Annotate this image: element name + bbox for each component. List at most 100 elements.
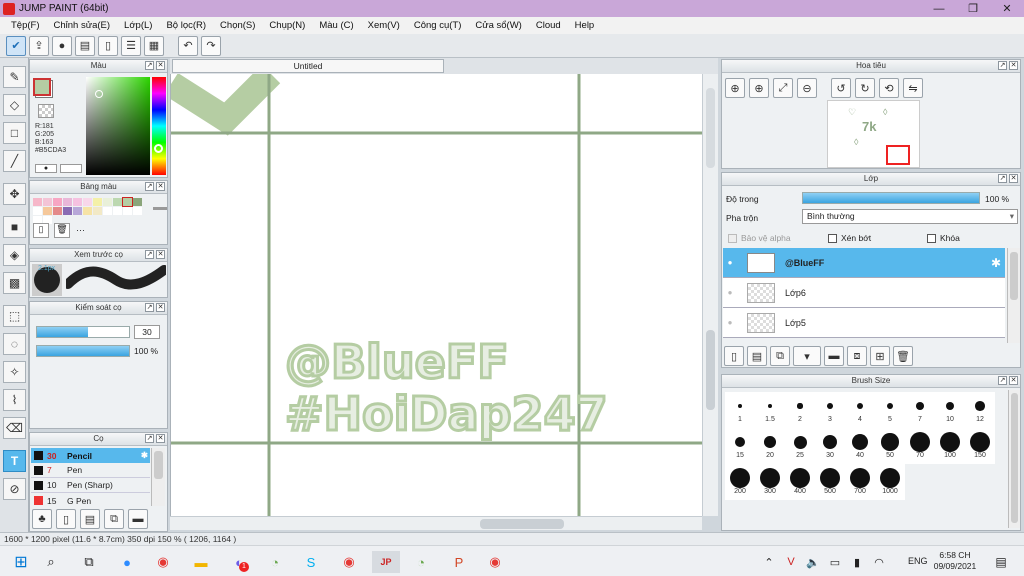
chevron-up-icon[interactable]: ⌃ [758, 551, 780, 573]
brush-size-option[interactable]: 1.5 [755, 392, 785, 428]
eye-icon[interactable]: ● [723, 318, 737, 327]
rotate-right-icon[interactable]: ↻ [855, 78, 875, 98]
float-icon[interactable]: ↗ [998, 174, 1007, 183]
page-icon[interactable]: ▯ [98, 35, 118, 56]
brush-size-option[interactable]: 20 [755, 428, 785, 464]
palette-swatch[interactable] [63, 207, 72, 215]
float-icon[interactable]: ↗ [145, 182, 154, 191]
zoom-in-2-icon[interactable]: ⊕ [749, 78, 769, 98]
bucket-tool-icon[interactable]: ◈ [3, 244, 26, 266]
brush-size-option[interactable]: 100 [935, 428, 965, 464]
transparent-swatch[interactable] [38, 104, 54, 118]
opacity-slider[interactable] [36, 345, 130, 357]
brush-size-option[interactable]: 4 [845, 392, 875, 428]
list-icon[interactable]: ☰ [121, 35, 141, 56]
lasso-tool-icon[interactable]: ◌ [3, 333, 26, 355]
palette-swatch[interactable] [122, 197, 133, 207]
float-icon[interactable]: ↗ [998, 376, 1007, 385]
zoom-out-icon[interactable]: ⊖ [797, 78, 817, 98]
palette-swatch[interactable] [33, 207, 42, 215]
brush-settings-icon[interactable]: ♣ [32, 509, 52, 529]
layer-row[interactable]: ● Lớp6 [723, 278, 1005, 308]
float-icon[interactable]: ↗ [145, 61, 154, 70]
chrome-icon-3[interactable]: ◉ [484, 551, 506, 573]
brush-size-option[interactable]: 10 [935, 392, 965, 428]
network-icon[interactable]: ▭ [824, 551, 846, 573]
brush-size-option[interactable]: 15 [725, 428, 755, 464]
palette-swatch[interactable] [103, 207, 112, 215]
float-icon[interactable]: ↗ [145, 250, 154, 259]
gradient-tool-icon[interactable]: ▩ [3, 272, 26, 294]
menu-layer[interactable]: Lớp(L) [117, 20, 159, 31]
close-icon[interactable]: ✕ [1009, 174, 1018, 183]
select-check-icon[interactable]: ✔ [6, 35, 26, 56]
coccoc-icon[interactable]: ◔ [264, 551, 286, 573]
fill-rect-tool-icon[interactable]: ■ [3, 216, 26, 238]
wifi-icon[interactable]: ◠ [868, 551, 890, 573]
float-icon[interactable]: ↗ [998, 61, 1007, 70]
eraser-tool-icon[interactable]: ◇ [3, 94, 26, 116]
powerpoint-icon[interactable]: P [448, 551, 470, 573]
eyedropper-tool-icon[interactable]: ⊘ [3, 478, 26, 500]
brush-tool-icon[interactable]: ✎ [3, 66, 26, 88]
palette-more[interactable]: ··· [76, 225, 85, 235]
palette-swatch[interactable] [113, 198, 122, 206]
brush-size-scrollbar[interactable] [1008, 390, 1020, 528]
menu-select[interactable]: Chọn(S) [213, 20, 262, 31]
brush-list-scrollbar[interactable] [151, 448, 165, 506]
menu-cloud[interactable]: Cloud [529, 20, 568, 31]
text-tool-icon[interactable]: T [3, 450, 26, 472]
palette-swatch[interactable] [53, 198, 62, 206]
menu-capture[interactable]: Chụp(N) [262, 20, 312, 31]
new-layer-icon[interactable]: ▯ [724, 346, 744, 366]
brush-size-option[interactable]: 25 [785, 428, 815, 464]
windows-start-icon[interactable]: ⊞ [10, 551, 32, 573]
skype-icon[interactable]: S [300, 551, 322, 573]
palette-swatch[interactable] [123, 207, 132, 215]
zoom-app-icon[interactable]: ● [116, 551, 138, 573]
brush-size-option[interactable]: 50 [875, 428, 905, 464]
new-layer-type-icon[interactable]: ▤ [747, 346, 767, 366]
hue-cursor[interactable] [154, 144, 163, 153]
palette-swatch[interactable] [83, 207, 92, 215]
battery-icon[interactable]: ▮ [846, 551, 868, 573]
select-eraser-tool-icon[interactable]: ⌫ [3, 417, 26, 439]
notifications-icon[interactable]: ▤ [990, 551, 1012, 573]
color-mode-button-2[interactable] [60, 164, 82, 173]
reset-rotate-icon[interactable]: ⟲ [879, 78, 899, 98]
jump-paint-taskbar-icon[interactable]: JP [372, 551, 400, 573]
list-item[interactable]: 15 G Pen [31, 493, 150, 508]
rotate-left-icon[interactable]: ↺ [831, 78, 851, 98]
menu-help[interactable]: Help [568, 20, 602, 31]
language-indicator[interactable]: ENG [908, 556, 928, 566]
list-item[interactable]: 7 Pen [31, 463, 150, 478]
blend-dropdown[interactable]: Bình thường ▾ [802, 209, 1018, 224]
palette-swatch[interactable] [33, 198, 42, 206]
close-icon[interactable]: ✕ [156, 250, 165, 259]
view-rect[interactable] [886, 145, 910, 165]
size-value[interactable]: 30 [134, 325, 160, 339]
clock[interactable]: 6:58 CH 09/09/2021 [930, 550, 980, 572]
list-item[interactable]: 10 Pen (Sharp) [31, 478, 150, 493]
layer-settings-icon[interactable]: ⊞ [870, 346, 890, 366]
close-icon[interactable]: ✕ [156, 303, 165, 312]
comment-icon[interactable]: ▤ [75, 35, 95, 56]
layer-menu-icon[interactable]: ▾ [793, 346, 821, 366]
magic-wand-tool-icon[interactable]: ✧ [3, 361, 26, 383]
clipping-checkbox[interactable]: Xén bớt [828, 233, 871, 243]
menu-edit[interactable]: Chỉnh sửa(E) [47, 20, 118, 31]
line-tool-icon[interactable]: ╱ [3, 150, 26, 172]
search-icon[interactable]: ⌕ [40, 551, 62, 573]
move-tool-icon[interactable]: ✥ [3, 183, 26, 205]
new-palette-icon[interactable]: ▯ [33, 223, 49, 238]
minimize-button[interactable]: — [922, 0, 956, 17]
brush-size-option[interactable]: 5 [875, 392, 905, 428]
close-icon[interactable]: ✕ [156, 182, 165, 191]
layer-row[interactable]: ● @BlueFF ✱ [723, 248, 1005, 278]
brush-size-option[interactable]: 30 [815, 428, 845, 464]
close-icon[interactable]: ✕ [1009, 61, 1018, 70]
brush-size-option[interactable]: 400 [785, 464, 815, 500]
speaker-icon[interactable]: 🔈 [802, 551, 824, 573]
trash-icon[interactable]: 🗑 [54, 223, 70, 238]
redo-icon[interactable]: ↷ [201, 35, 221, 56]
